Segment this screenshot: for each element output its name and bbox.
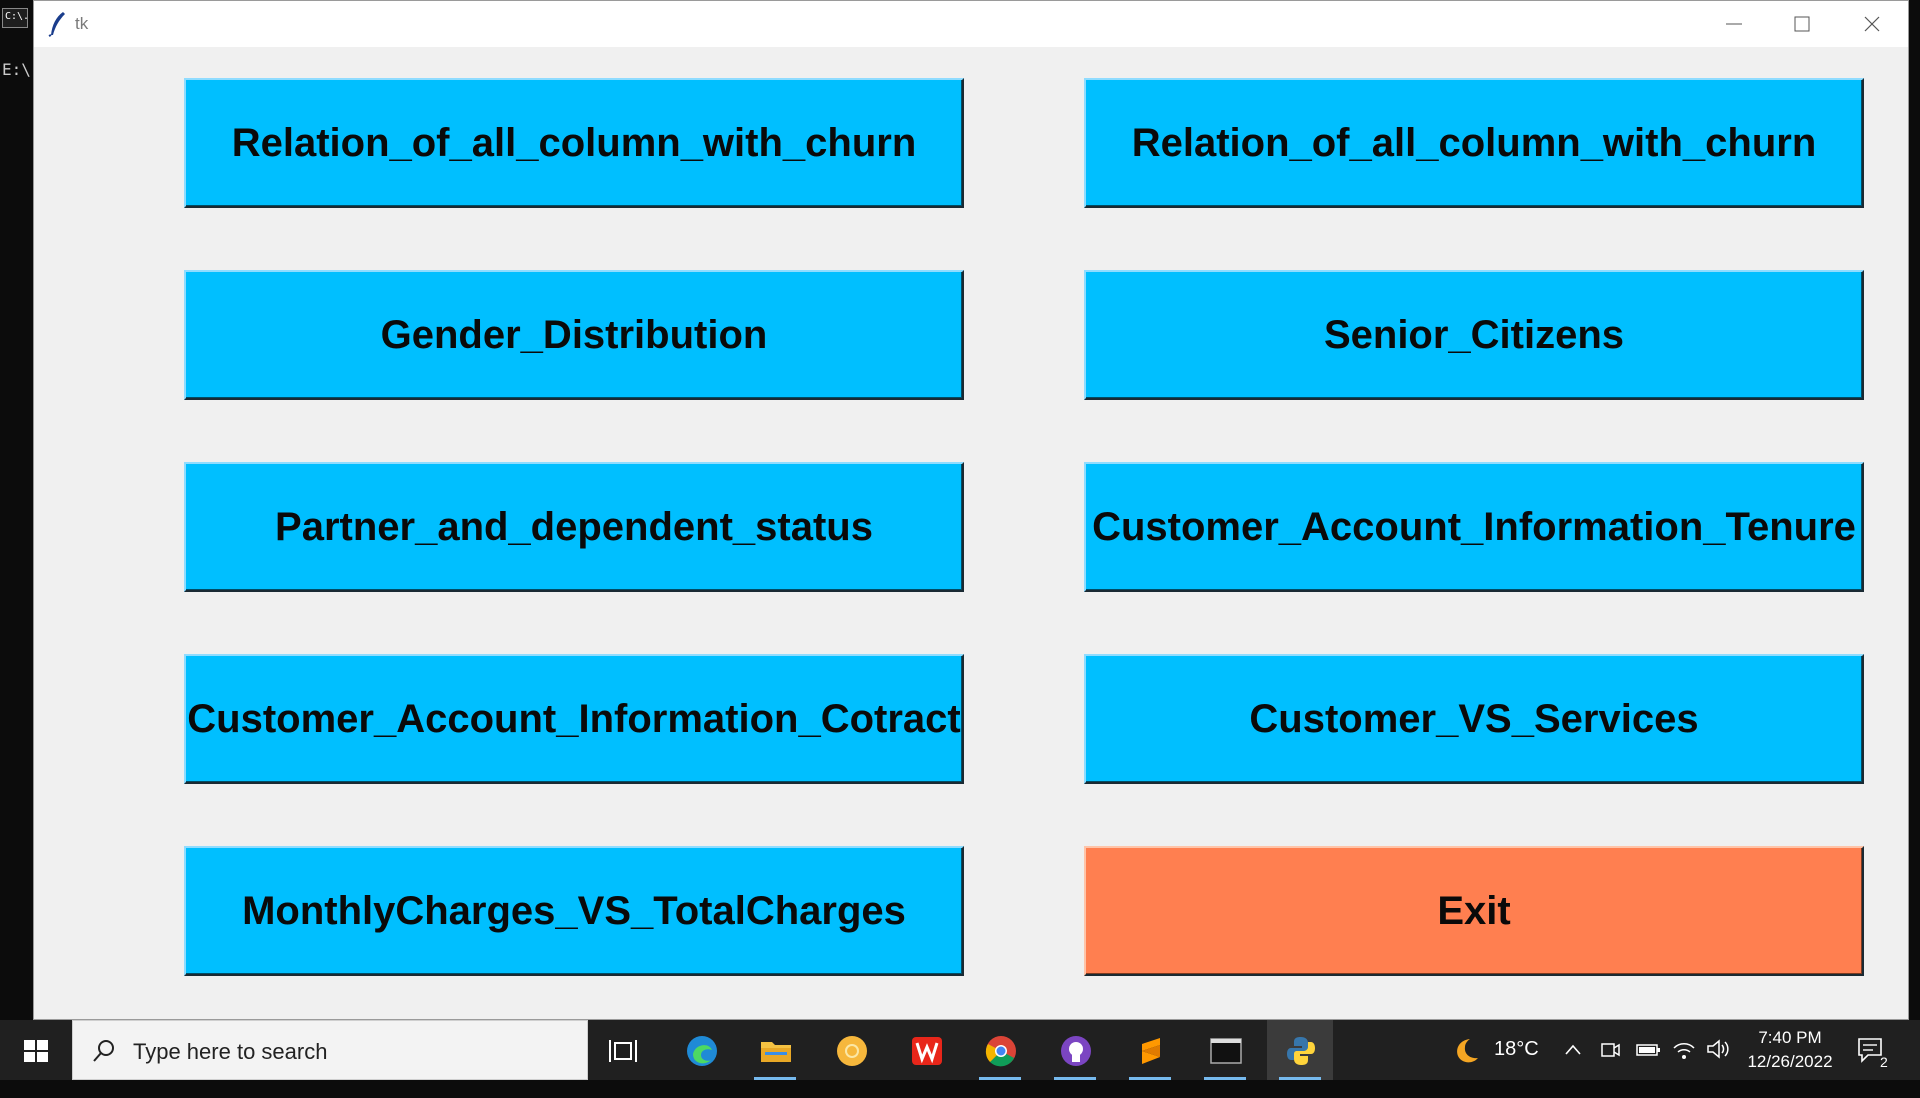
exit-button[interactable]: Exit <box>1084 846 1864 976</box>
button-label: Partner_and_dependent_status <box>275 504 873 549</box>
button-label: Gender_Distribution <box>380 312 768 357</box>
maximize-button[interactable] <box>1768 1 1836 47</box>
customer-services-button[interactable]: Customer_VS_Services <box>1084 654 1864 784</box>
tk-feather-icon <box>48 12 65 37</box>
senior-citizens-button[interactable]: Senior_Citizens <box>1084 270 1864 400</box>
chrome-taskbar-button[interactable] <box>967 1020 1033 1080</box>
gender-distribution-button[interactable]: Gender_Distribution <box>184 270 964 400</box>
button-label: Customer_Account_Information_Cotract <box>187 696 961 741</box>
account-tenure-button[interactable]: Customer_Account_Information_Tenure <box>1084 462 1864 592</box>
github-icon <box>1061 1036 1091 1066</box>
terminal-icon <box>1210 1038 1242 1064</box>
meet-now-icon[interactable] <box>1600 1040 1620 1060</box>
sublime-text-icon <box>1142 1038 1160 1064</box>
chrome-canary-icon <box>837 1036 867 1066</box>
minimize-icon <box>1726 23 1742 25</box>
relation-churn-button-2[interactable]: Relation_of_all_column_with_churn <box>1084 78 1864 208</box>
button-label: Relation_of_all_column_with_churn <box>231 120 917 165</box>
button-label: Senior_Citizens <box>1323 312 1625 357</box>
wifi-icon[interactable] <box>1672 1038 1696 1060</box>
battery-icon[interactable] <box>1636 1040 1662 1060</box>
clock-date[interactable]: 12/26/2022 <box>1740 1052 1840 1072</box>
charges-button[interactable]: MonthlyCharges_VS_TotalCharges <box>184 846 964 976</box>
task-view-icon <box>609 1040 637 1062</box>
account-contract-button[interactable]: Customer_Account_Information_Cotract <box>184 654 964 784</box>
tk-window: tk Relation_of_all_column_with_churn Rel… <box>33 0 1909 1020</box>
wps-office-button[interactable] <box>893 1020 959 1080</box>
window-title: tk <box>75 14 89 33</box>
button-label: Relation_of_all_column_with_churn <box>1131 120 1817 165</box>
maximize-icon <box>1794 16 1810 32</box>
taskbar: Type here to search 18°C 7:40 PM 12/26/2… <box>0 1020 1920 1080</box>
chevron-up-icon[interactable] <box>1564 1042 1582 1058</box>
folder-icon <box>761 1042 791 1062</box>
chrome-canary-button[interactable] <box>818 1020 884 1080</box>
title-bar[interactable]: tk <box>34 1 1908 47</box>
python-icon <box>1287 1037 1315 1065</box>
taskbar-search-box[interactable]: Type here to search <box>72 1020 588 1080</box>
console-prompt: E:\ <box>2 60 31 79</box>
button-label: Customer_VS_Services <box>1249 696 1699 741</box>
button-label: Customer_Account_Information_Tenure <box>1092 504 1856 549</box>
volume-icon[interactable] <box>1706 1038 1730 1060</box>
python-taskbar-button[interactable] <box>1267 1020 1333 1080</box>
search-icon <box>93 1040 114 1062</box>
minimize-button[interactable] <box>1700 1 1768 47</box>
task-view-button[interactable] <box>590 1020 656 1080</box>
console-edge <box>1910 0 1920 1020</box>
file-explorer-button[interactable] <box>742 1020 808 1080</box>
moon-icon <box>1457 1039 1478 1063</box>
windows-icon <box>24 1040 48 1062</box>
search-placeholder: Type here to search <box>133 1039 328 1064</box>
wps-office-icon <box>912 1037 942 1065</box>
console-icon: C:\. <box>2 8 29 28</box>
button-label: MonthlyCharges_VS_TotalCharges <box>242 888 906 933</box>
clock-time[interactable]: 7:40 PM <box>1740 1028 1840 1048</box>
close-button[interactable] <box>1838 1 1906 47</box>
button-label: Exit <box>1437 888 1511 933</box>
relation-churn-button-1[interactable]: Relation_of_all_column_with_churn <box>184 78 964 208</box>
github-desktop-button[interactable] <box>1042 1020 1108 1080</box>
terminal-taskbar-button[interactable] <box>1192 1020 1258 1080</box>
edge-icon <box>687 1036 717 1066</box>
partner-dependent-button[interactable]: Partner_and_dependent_status <box>184 462 964 592</box>
chrome-icon <box>985 1036 1016 1067</box>
sublime-text-button[interactable] <box>1117 1020 1183 1080</box>
close-icon <box>1864 16 1880 32</box>
start-button[interactable] <box>0 1020 72 1080</box>
weather-temperature[interactable]: 18°C <box>1494 1038 1539 1098</box>
notification-count: 2 <box>1880 1054 1888 1070</box>
edge-taskbar-button[interactable] <box>668 1020 734 1080</box>
